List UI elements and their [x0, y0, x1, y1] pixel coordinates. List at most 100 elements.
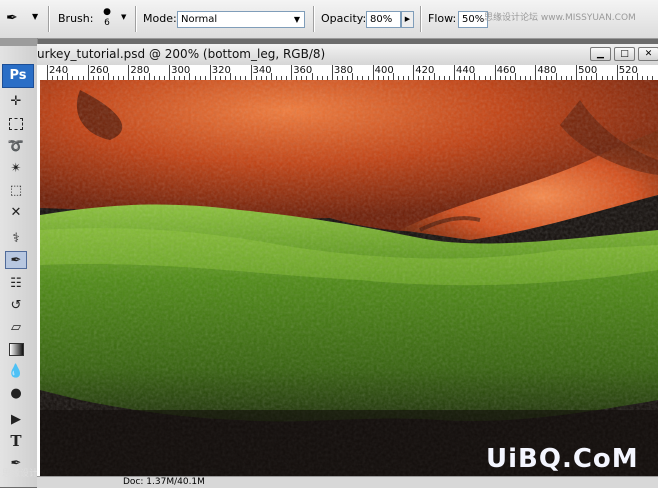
- move-icon[interactable]: ✛: [5, 92, 27, 110]
- mode-select[interactable]: Normal ▼: [177, 11, 305, 28]
- ruler-major-tick: [169, 65, 170, 80]
- ruler-major-tick: [373, 65, 374, 80]
- opacity-label: Opacity:: [321, 12, 366, 25]
- ruler-label: 320: [212, 65, 231, 76]
- ruler-major-tick: [47, 65, 48, 80]
- brush-icon[interactable]: ✒: [5, 251, 27, 269]
- opacity-input[interactable]: 80%: [366, 11, 401, 28]
- options-separator: [135, 6, 137, 32]
- ruler-label: 380: [334, 65, 353, 76]
- ruler-label: 520: [619, 65, 638, 76]
- ruler-label: 420: [415, 65, 434, 76]
- doc-size-info: Doc: 1.37M/40.1M: [123, 477, 205, 488]
- ruler-minor-tick: [230, 73, 231, 80]
- ruler-label: 340: [253, 65, 272, 76]
- ruler-major-tick: [251, 65, 252, 80]
- brush-dropdown-arrow-icon[interactable]: ▼: [121, 13, 126, 21]
- ruler-label: 400: [375, 65, 394, 76]
- toolbox-grip[interactable]: [0, 38, 37, 46]
- ruler-minor-tick: [352, 73, 353, 80]
- ruler-minor-tick: [189, 73, 190, 80]
- ruler-minor-tick: [312, 73, 313, 80]
- type-tool-label: T: [10, 432, 21, 450]
- options-separator: [313, 6, 315, 32]
- ruler-major-tick: [454, 65, 455, 80]
- ruler-minor-tick: [108, 73, 109, 80]
- ruler-minor-tick: [434, 73, 435, 80]
- ruler-major-tick: [88, 65, 89, 80]
- mode-value: Normal: [181, 14, 217, 25]
- brush-label: Brush:: [58, 12, 93, 25]
- path-selection-icon[interactable]: ▶: [5, 410, 27, 428]
- gradient-icon[interactable]: [5, 340, 27, 358]
- opacity-slider-button[interactable]: ▶: [401, 11, 414, 28]
- image-canvas[interactable]: [40, 80, 658, 487]
- horizontal-ruler[interactable]: 240 260 280 300 320 340 360 380 400 420 440 460 480 5…: [37, 65, 658, 81]
- ruler-major-tick: [128, 65, 129, 80]
- ruler-minor-tick: [515, 73, 516, 80]
- watermark-top: 思缘设计论坛 www.MISSYUAN.COM: [484, 10, 636, 23]
- brush-tool-preset-icon[interactable]: ✒: [6, 10, 28, 30]
- document-titlebar[interactable]: urkey_tutorial.psd @ 200% (bottom_leg, R…: [37, 44, 658, 66]
- ruler-minor-tick: [67, 73, 68, 80]
- options-bar: ✒ ▼ Brush: ● 6 ▼ Mode: Normal ▼ Opacity:…: [0, 0, 658, 39]
- ruler-minor-tick: [393, 73, 394, 80]
- flow-label: Flow:: [428, 12, 456, 25]
- ruler-label: 280: [130, 65, 149, 76]
- ruler-minor-tick: [271, 73, 272, 80]
- crop-icon[interactable]: ⬚: [5, 181, 27, 199]
- ruler-label: 460: [497, 65, 516, 76]
- ruler-label: 440: [456, 65, 475, 76]
- ruler-minor-tick: [474, 73, 475, 80]
- ruler-major-tick: [413, 65, 414, 80]
- ruler-major-tick: [291, 65, 292, 80]
- blur-icon[interactable]: 💧: [5, 362, 27, 380]
- ruler-label: 300: [171, 65, 190, 76]
- photoshop-logo[interactable]: Ps: [2, 64, 34, 88]
- opacity-value: 80%: [370, 14, 392, 25]
- ruler-label: 500: [578, 65, 597, 76]
- ruler-minor-tick: [149, 73, 150, 80]
- ruler-minor-tick: [556, 73, 557, 80]
- minimize-button[interactable]: ▁: [590, 47, 611, 61]
- ruler-label: 240: [49, 65, 68, 76]
- preset-dropdown-arrow-icon[interactable]: ▼: [32, 12, 38, 21]
- options-separator: [48, 6, 50, 32]
- brush-size-value: 6: [96, 18, 118, 28]
- healing-brush-icon[interactable]: ⚕: [5, 229, 27, 247]
- ruler-major-tick: [210, 65, 211, 80]
- clone-stamp-icon[interactable]: ☷: [5, 274, 27, 292]
- restore-button[interactable]: □: [614, 47, 635, 61]
- history-brush-icon[interactable]: ↺: [5, 296, 27, 314]
- mode-label: Mode:: [143, 12, 177, 25]
- ruler-label: 360: [293, 65, 312, 76]
- restore-icon: □: [620, 49, 629, 59]
- lasso-icon[interactable]: ➰: [5, 137, 27, 155]
- eraser-icon[interactable]: ▱: [5, 318, 27, 336]
- ruler-major-tick: [576, 65, 577, 80]
- brush-size-picker[interactable]: ● 6: [96, 6, 118, 34]
- status-bar: Doc: 1.37M/40.1M: [37, 476, 658, 488]
- ruler-major-tick: [535, 65, 536, 80]
- close-button[interactable]: ✕: [638, 47, 658, 61]
- type-icon[interactable]: T: [5, 432, 27, 450]
- ruler-label: 260: [90, 65, 109, 76]
- brush-dot-icon: ●: [96, 6, 118, 18]
- minimize-icon: ▁: [597, 49, 604, 59]
- marquee-icon[interactable]: [5, 115, 27, 133]
- ruler-label: 480: [537, 65, 556, 76]
- document-title: urkey_tutorial.psd @ 200% (bottom_leg, R…: [37, 47, 325, 61]
- watermark-bottom-right: UiBQ.CoM: [486, 444, 639, 474]
- options-separator: [420, 6, 422, 32]
- slice-icon[interactable]: ✕: [5, 203, 27, 221]
- ruler-major-tick: [617, 65, 618, 80]
- flow-value: 50%: [462, 14, 484, 25]
- document-window: urkey_tutorial.psd @ 200% (bottom_leg, R…: [37, 44, 658, 487]
- toolbox: Ps ✛ ➰ ✴ ⬚ ✕ ⚕ ✒ ☷ ↺ ▱ 💧 ● ▶ T ✒: [0, 38, 38, 487]
- dodge-icon[interactable]: ●: [5, 384, 27, 402]
- ruler-minor-tick: [596, 73, 597, 80]
- magic-wand-icon[interactable]: ✴: [5, 159, 27, 177]
- ruler-major-tick: [495, 65, 496, 80]
- mode-dropdown-arrow-icon: ▼: [294, 12, 300, 27]
- canvas-artwork: [40, 80, 658, 487]
